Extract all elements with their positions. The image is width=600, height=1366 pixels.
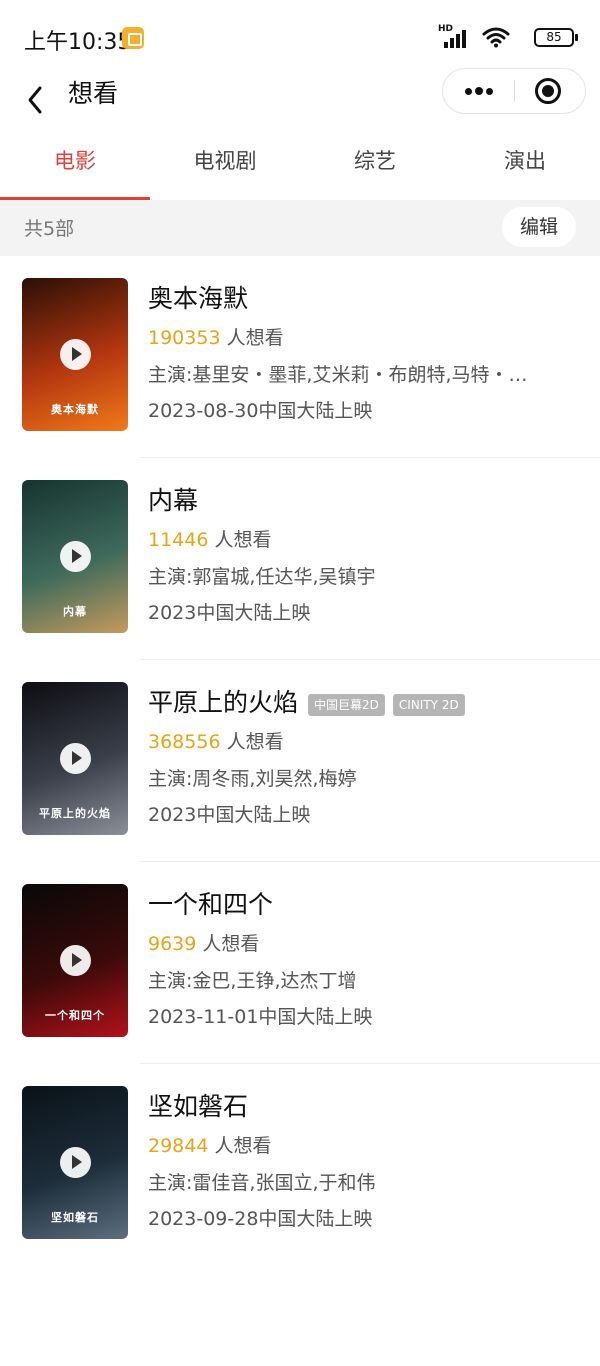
movie-poster[interactable]: 一个和四个	[22, 884, 128, 1037]
movie-poster[interactable]: 奥本海默	[22, 278, 128, 431]
movie-item[interactable]: 内幕 内幕 11446 人想看 主演:郭富城,任达华,吴镇宇 2023中国大陆上映	[0, 458, 600, 660]
nav-bar: 想看	[0, 68, 600, 132]
release-date: 2023中国大陆上映	[148, 602, 311, 624]
tab-performance[interactable]: 演出	[450, 132, 600, 200]
poster-title: 一个和四个	[45, 1009, 105, 1022]
movie-title-text: 平原上的火焰	[148, 688, 299, 717]
movie-title-text: 奥本海默	[148, 284, 249, 313]
release-date: 2023中国大陆上映	[148, 804, 311, 826]
movie-cast: 主演:雷佳音,张国立,于和伟	[148, 1172, 376, 1194]
want-count: 368556	[148, 731, 221, 753]
release-date: 2023-11-01中国大陆上映	[148, 1006, 373, 1028]
want-line: 9639 人想看	[148, 930, 259, 958]
movie-item[interactable]: 坚如磐石 坚如磐石 29844 人想看 主演:雷佳音,张国立,于和伟 2023-09-2…	[0, 1064, 600, 1266]
tab-movie[interactable]: 电影	[0, 132, 150, 200]
movie-item[interactable]: 奥本海默 奥本海默 190353 人想看 主演:基里安・墨菲,艾米莉・布朗特,马特・……	[0, 256, 600, 458]
play-icon[interactable]	[60, 541, 91, 572]
format-badge: 中国巨幕2D	[308, 694, 385, 716]
want-line: 29844 人想看	[148, 1132, 272, 1160]
page-title: 想看	[68, 79, 119, 108]
format-badges: 中国巨幕2D CINITY 2D	[308, 687, 473, 721]
movie-title: 奥本海默	[148, 282, 258, 316]
format-badge: CINITY 2D	[392, 694, 465, 716]
want-count: 9639	[148, 933, 197, 955]
movie-cast: 主演:郭富城,任达华,吴镇宇	[148, 566, 376, 588]
back-icon[interactable]	[22, 80, 52, 120]
want-count: 29844	[148, 1135, 209, 1157]
network-label: HD	[438, 24, 454, 34]
play-icon[interactable]	[60, 339, 91, 370]
notification-icon	[122, 27, 144, 49]
signal-icon: HD	[438, 24, 466, 48]
poster-title: 平原上的火焰	[39, 807, 111, 820]
target-icon[interactable]	[513, 69, 585, 113]
movie-title: 一个和四个	[148, 888, 283, 922]
movie-cast: 主演:周冬雨,刘昊然,梅婷	[148, 768, 357, 790]
play-icon[interactable]	[60, 1147, 91, 1178]
want-line: 190353 人想看	[148, 324, 284, 352]
movie-title: 平原上的火焰 中国巨幕2D CINITY 2D	[148, 686, 473, 721]
movie-title-text: 坚如磐石	[148, 1092, 249, 1121]
poster-title: 坚如磐石	[51, 1211, 99, 1224]
status-time: 上午10:35	[24, 30, 132, 55]
movie-cast: 主演:基里安・墨菲,艾米莉・布朗特,马特・…	[148, 364, 528, 386]
tab-variety[interactable]: 综艺	[300, 132, 450, 200]
mini-program-capsule	[442, 68, 586, 114]
want-suffix: 人想看	[226, 731, 284, 753]
total-count: 共5部	[24, 218, 75, 240]
movie-item[interactable]: 一个和四个 一个和四个 9639 人想看 主演:金巴,王铮,达杰丁增 2023-11-0…	[0, 862, 600, 1064]
movie-poster[interactable]: 内幕	[22, 480, 128, 633]
movie-title: 坚如磐石	[148, 1090, 258, 1124]
tab-tv-series[interactable]: 电视剧	[150, 132, 300, 200]
poster-title: 内幕	[63, 605, 87, 618]
release-date: 2023-09-28中国大陆上映	[148, 1208, 373, 1230]
want-suffix: 人想看	[214, 529, 272, 551]
want-count: 190353	[148, 327, 221, 349]
movie-title-text: 一个和四个	[148, 890, 274, 919]
movie-cast: 主演:金巴,王铮,达杰丁增	[148, 970, 357, 992]
want-suffix: 人想看	[202, 933, 260, 955]
movie-title-text: 内幕	[148, 486, 199, 515]
wifi-icon	[482, 27, 510, 48]
want-suffix: 人想看	[226, 327, 284, 349]
movie-item[interactable]: 平原上的火焰 平原上的火焰 中国巨幕2D CINITY 2D 368556 人想看 主演:…	[0, 660, 600, 862]
more-dots-icon[interactable]	[443, 69, 515, 113]
movie-title: 内幕	[148, 484, 208, 518]
count-bar: 共5部 编辑	[0, 200, 600, 256]
category-tabs: 电影 电视剧 综艺 演出	[0, 132, 600, 200]
movie-list: 奥本海默 奥本海默 190353 人想看 主演:基里安・墨菲,艾米莉・布朗特,马特・……	[0, 256, 600, 1266]
want-line: 368556 人想看	[148, 728, 284, 756]
release-date: 2023-08-30中国大陆上映	[148, 400, 373, 422]
play-icon[interactable]	[60, 743, 91, 774]
edit-button[interactable]: 编辑	[502, 207, 576, 247]
status-bar: 上午10:35 HD 85	[0, 0, 600, 72]
battery-indicator: 85	[534, 28, 578, 47]
want-count: 11446	[148, 529, 209, 551]
want-line: 11446 人想看	[148, 526, 272, 554]
want-suffix: 人想看	[214, 1135, 272, 1157]
movie-poster[interactable]: 平原上的火焰	[22, 682, 128, 835]
play-icon[interactable]	[60, 945, 91, 976]
poster-title: 奥本海默	[51, 403, 99, 416]
movie-poster[interactable]: 坚如磐石	[22, 1086, 128, 1239]
